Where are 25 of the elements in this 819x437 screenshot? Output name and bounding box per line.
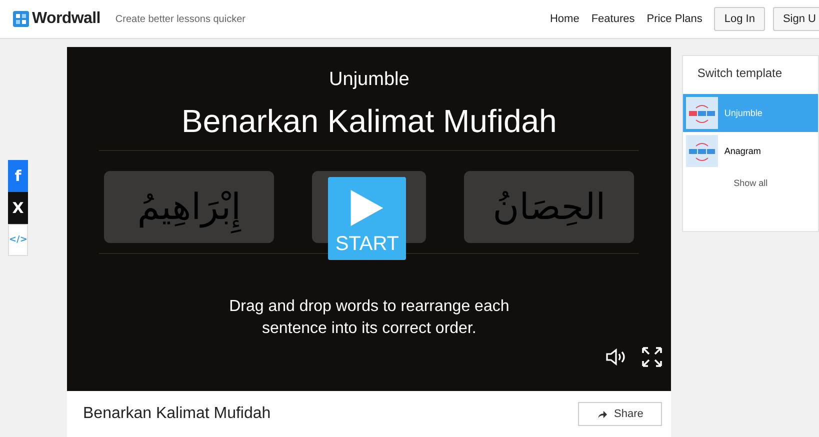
show-all-link[interactable]: Show all [683, 178, 818, 188]
tagline: Create better lessons quicker [115, 14, 246, 24]
template-thumbnail [686, 135, 718, 167]
share-icon [597, 410, 608, 418]
game-title: Benarkan Kalimat Mufidah [182, 103, 557, 140]
facebook-share-button[interactable]: f [8, 160, 28, 192]
template-item[interactable]: Anagram [683, 132, 818, 170]
instructions: Drag and drop words to rearrange each sentence into its correct order. [228, 297, 510, 339]
fullscreen-icon[interactable] [641, 346, 664, 368]
template-name: Unjumble [329, 69, 410, 91]
template-thumbnail [686, 97, 718, 129]
signup-button[interactable]: Sign U [772, 7, 819, 31]
logo-icon [13, 11, 29, 27]
nav-link[interactable]: Price Plans [646, 13, 702, 25]
share-button[interactable]: Share [578, 402, 662, 426]
nav-link[interactable]: Features [591, 13, 635, 25]
nav-link[interactable]: Home [550, 13, 580, 25]
login-button[interactable]: Log In [714, 7, 765, 31]
activity-title: Benarkan Kalimat Mufidah [83, 405, 271, 423]
x-share-button[interactable]: X [8, 192, 28, 224]
word-card: إِبْرَاهِيمُ [104, 171, 274, 243]
word-card: الحِصَانُ [464, 171, 634, 243]
sound-icon[interactable] [605, 346, 628, 368]
logo-text: Wordwall [32, 10, 100, 28]
sidebar-title: Switch template [697, 66, 784, 80]
